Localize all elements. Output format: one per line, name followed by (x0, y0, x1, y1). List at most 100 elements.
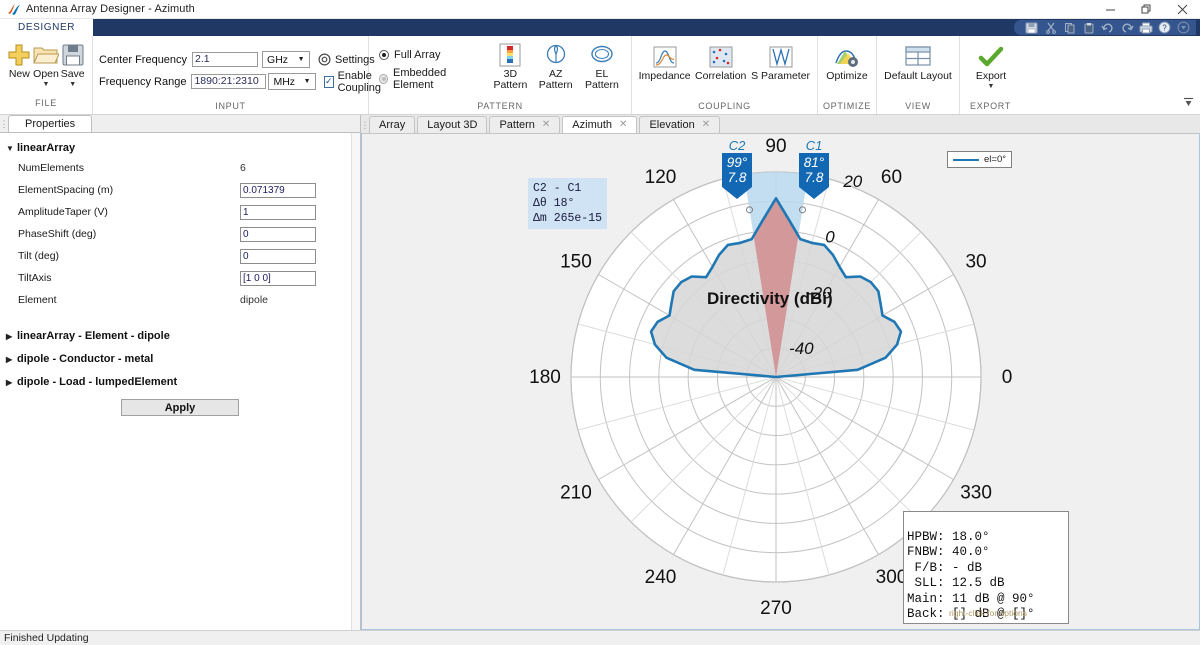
cursor-delta-box: C2 - C1 Δθ 18° Δm 265e-15 (528, 178, 608, 229)
export-dropdown-icon[interactable]: ▼ (988, 83, 995, 91)
save-dropdown-icon[interactable]: ▼ (69, 81, 76, 89)
tab-label: Azimuth (572, 119, 613, 131)
close-button[interactable] (1164, 0, 1200, 18)
tab-pattern[interactable]: Pattern ✕ (489, 116, 561, 133)
close-icon[interactable]: ✕ (542, 117, 550, 133)
optimize-icon (834, 44, 860, 70)
s-parameter-button[interactable]: S Parameter (750, 42, 811, 82)
tiltaxis-input[interactable] (240, 270, 316, 286)
doc-grip-icon: ⋮ (360, 120, 370, 130)
angle-tick-label: 90 (765, 136, 786, 157)
open-dropdown-icon[interactable]: ▼ (43, 81, 50, 89)
polar-pattern-chart: 0306090120150180210240270300330-40-20020 (529, 136, 1012, 619)
apply-button[interactable]: Apply (121, 399, 239, 416)
property-label: ElementSpacing (m) (18, 184, 114, 196)
stats-key: Back: (907, 607, 945, 621)
save-label: Save (60, 68, 85, 80)
new-label: New (8, 68, 30, 80)
az-pattern-button[interactable]: AZ Pattern (533, 40, 579, 91)
default-layout-button[interactable]: Default Layout (883, 42, 953, 82)
plot-canvas[interactable]: 0 30 60 90 120 150 180 210 240 270 300 330 -40 -20 0 20… (361, 134, 1200, 630)
section-lineararray-element-dipole[interactable]: ▶ linearArray - Element - dipole (0, 327, 360, 345)
tab-designer[interactable]: DESIGNER (0, 19, 94, 36)
frequency-range-unit-select[interactable]: MHz ▼ (268, 73, 317, 90)
open-button[interactable]: Open ▼ (33, 40, 60, 89)
window-title: Antenna Array Designer - Azimuth (26, 3, 195, 15)
plot-title: Directivity (dBi) (707, 289, 833, 308)
optimize-button[interactable]: Optimize (824, 42, 870, 82)
redo-icon[interactable] (1118, 21, 1135, 34)
svg-text:?: ? (1162, 24, 1167, 33)
properties-scrollbar[interactable] (351, 133, 360, 630)
cursor-marker-c2[interactable]: C2 99° 7.8 (717, 138, 757, 199)
center-frequency-unit-select[interactable]: GHz ▼ (262, 51, 311, 68)
stats-value: 18.0° (952, 529, 990, 544)
property-row-element: Element dipole (0, 289, 360, 311)
tab-array[interactable]: Array (369, 116, 416, 133)
tab-azimuth[interactable]: Azimuth ✕ (562, 116, 638, 133)
property-label: TiltAxis (18, 272, 52, 284)
radio-full-array[interactable]: Full Array (379, 49, 478, 61)
angle-tick-label: 210 (560, 483, 592, 504)
save-button[interactable]: Save ▼ (59, 40, 86, 89)
el-pattern-button[interactable]: EL Pattern (579, 40, 625, 91)
tab-properties[interactable]: Properties (8, 115, 93, 132)
tilt-input[interactable] (240, 248, 316, 264)
3d-pattern-button[interactable]: 3D Pattern (488, 40, 532, 91)
correlation-label: Correlation (695, 70, 747, 82)
paste-icon[interactable] (1080, 21, 1097, 34)
elementspacing-input[interactable] (240, 182, 316, 198)
group-label-export: EXPORT (970, 101, 1012, 111)
phaseshift-input[interactable] (240, 226, 316, 242)
radio-embedded-element[interactable]: Embedded Element (379, 67, 478, 91)
settings-button[interactable]: Settings (318, 53, 375, 66)
collapse-ribbon-icon[interactable] (1183, 97, 1194, 111)
section-title: linearArray (17, 142, 76, 154)
new-button[interactable]: New (6, 40, 33, 80)
property-label: Element (18, 294, 57, 306)
layout-grid-icon (905, 44, 931, 70)
section-lineararray[interactable]: ▼ linearArray (0, 139, 360, 157)
tab-label: Layout 3D (427, 119, 478, 131)
ribbon-group-optimize: Optimize OPTIMIZE (818, 36, 877, 114)
section-dipole-load-lumpedelement[interactable]: ▶ dipole - Load - lumpedElement (0, 373, 360, 391)
correlation-button[interactable]: Correlation (691, 42, 750, 82)
group-label-coupling: COUPLING (698, 101, 751, 111)
3d-pattern-icon (499, 42, 521, 68)
stats-row: HPBW: 18.0° (907, 530, 990, 544)
optimize-label: Optimize (826, 70, 868, 82)
center-frequency-input[interactable] (192, 52, 259, 67)
close-icon[interactable]: ✕ (619, 117, 627, 133)
pattern-stats-box[interactable]: HPBW: 18.0° FNBW: 40.0° F/B: - dB SLL: 1… (903, 511, 1069, 624)
undo-icon[interactable] (1099, 21, 1116, 34)
impedance-curve-icon (653, 44, 677, 70)
group-label-input: INPUT (215, 101, 246, 111)
cursor-marker-angle: 81° (803, 155, 825, 170)
ribbon-group-file: New Open ▼ Save ▼ FILE (0, 36, 93, 114)
export-button[interactable]: Export ▼ (966, 42, 1016, 91)
status-bar: Finished Updating (0, 630, 1200, 645)
plot-legend[interactable]: el=0° (947, 151, 1013, 168)
az-pattern-icon (544, 42, 568, 68)
angle-tick-label: 240 (645, 567, 677, 588)
section-dipole-conductor-metal[interactable]: ▶ dipole - Conductor - metal (0, 350, 360, 368)
close-icon[interactable]: ✕ (702, 117, 710, 133)
section-title: linearArray - Element - dipole (17, 330, 170, 342)
copy-icon[interactable] (1061, 21, 1078, 34)
stats-key: FNBW: (907, 545, 945, 559)
cut-icon[interactable] (1042, 21, 1059, 34)
impedance-button[interactable]: Impedance (638, 42, 691, 82)
tab-elevation[interactable]: Elevation ✕ (639, 116, 721, 133)
help-icon[interactable]: ? (1156, 21, 1173, 34)
qat-dropdown-icon[interactable] (1175, 21, 1192, 34)
amplitudetaper-input[interactable] (240, 204, 316, 220)
s-parameter-icon (769, 44, 793, 70)
minimize-button[interactable] (1092, 0, 1128, 18)
maximize-restore-button[interactable] (1128, 0, 1164, 18)
print-icon[interactable] (1137, 21, 1154, 34)
save-icon[interactable] (1023, 21, 1040, 34)
tab-layout-3d[interactable]: Layout 3D (417, 116, 488, 133)
frequency-range-input[interactable] (191, 74, 267, 89)
cursor-marker-tip-icon (722, 187, 752, 199)
cursor-marker-c1[interactable]: C1 81° 7.8 (794, 138, 834, 199)
